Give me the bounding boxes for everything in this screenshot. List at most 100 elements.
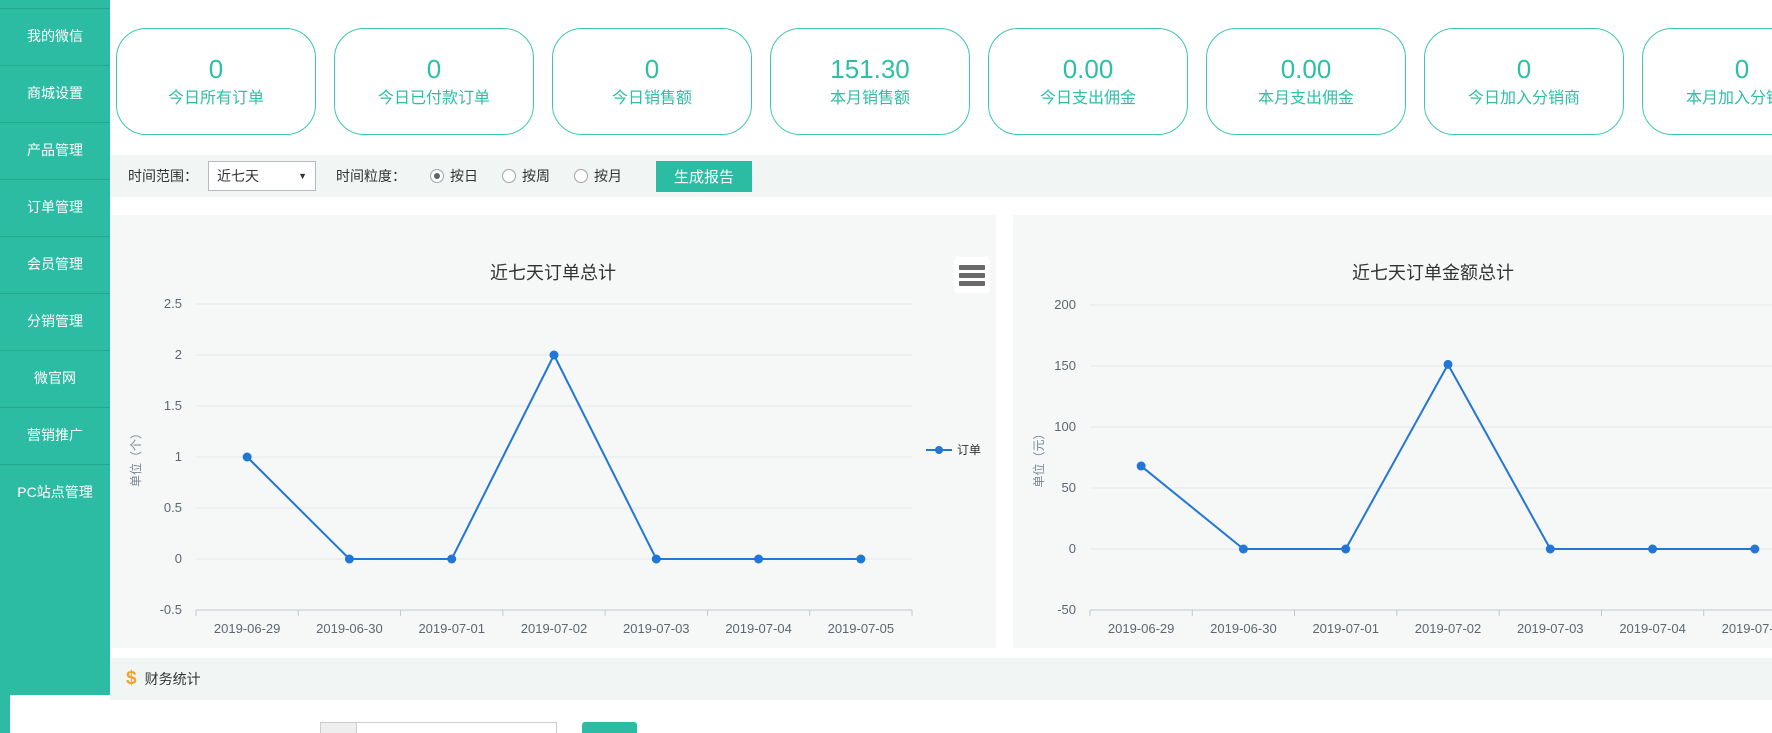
granularity-radio-group: 按日 按周 按月 [406, 166, 622, 186]
time-range-value: 近七天 [217, 166, 259, 186]
svg-text:2019-07-02: 2019-07-02 [1415, 621, 1482, 636]
sidebar-item[interactable]: PC站点管理 [0, 464, 110, 521]
sidebar-item[interactable]: 分销管理 [0, 293, 110, 350]
x-axis: 2019-06-292019-06-302019-07-012019-07-02… [1090, 610, 1772, 636]
data-point [447, 555, 456, 564]
y-axis-name: 单位（个） [128, 427, 143, 487]
stat-card: 0 今日销售额 [552, 28, 752, 135]
finance-input[interactable] [356, 722, 557, 733]
stat-card-value: 0 [427, 56, 441, 82]
svg-text:-50: -50 [1057, 602, 1076, 617]
x-axis: 2019-06-292019-06-302019-07-012019-07-02… [196, 610, 912, 636]
stat-card-label: 本月加入分销商 [1686, 91, 1772, 107]
filter-bar: 时间范围： 近七天 ▼ 时间粒度： 按日 按周 按月 生成报告 [110, 155, 1772, 197]
data-point [1137, 462, 1146, 471]
stat-card: 0今日所有订单 [116, 28, 316, 135]
stat-card-value: 0 [209, 56, 223, 82]
granularity-radio[interactable] [502, 169, 516, 183]
svg-text:1: 1 [175, 449, 182, 464]
stat-card-value: 0.00 [1063, 56, 1114, 82]
stat-card: 151.30 本月销售额 [770, 28, 970, 135]
data-point [1546, 545, 1555, 554]
sidebar-item[interactable]: 会员管理 [0, 236, 110, 293]
stat-card: 0本月加入分销商 [1642, 28, 1772, 135]
y-axis-labels: 2.521.510.50-0.5 [160, 296, 182, 617]
stat-card-label: 本月销售额 [830, 91, 910, 107]
stat-card-label: 今日销售额 [612, 91, 692, 107]
svg-text:2: 2 [175, 347, 182, 362]
data-point [345, 555, 354, 564]
stat-cards-row: 0今日所有订单0今日已付款订单0今日销售额151.30本月销售额0.00今日支出… [116, 28, 1772, 135]
granularity-radio[interactable] [574, 169, 588, 183]
stat-card: 0.00 今日支出佣金 [988, 28, 1188, 135]
svg-text:2019-07-02: 2019-07-02 [521, 621, 588, 636]
series-line [1141, 364, 1755, 549]
svg-text:2019-07-03: 2019-07-03 [1517, 621, 1584, 636]
data-point [1239, 545, 1248, 554]
sidebar-item[interactable]: 商城设置 [0, 65, 110, 122]
svg-text:0: 0 [175, 551, 182, 566]
order-amount-chart-panel: 200150100500-502019-06-292019-06-302019-… [1013, 215, 1772, 648]
finance-action-button[interactable] [582, 722, 637, 733]
legend-line-dot-icon [926, 445, 952, 455]
svg-text:2.5: 2.5 [164, 296, 182, 311]
data-point [754, 555, 763, 564]
data-point [550, 351, 559, 360]
chevron-down-icon: ▼ [298, 171, 307, 181]
stat-card-label: 今日支出佣金 [1040, 91, 1136, 107]
svg-text:0: 0 [1069, 541, 1076, 556]
stat-card-label: 今日已付款订单 [378, 91, 490, 107]
order-amount-chart-title: 近七天订单金额总计 [1013, 259, 1772, 285]
orders-chart-title: 近七天订单总计 [110, 259, 996, 285]
granularity-option: 按日 [430, 166, 478, 186]
stat-card-value: 0 [1517, 56, 1531, 82]
granularity-option: 按周 [502, 166, 550, 186]
svg-text:2019-07-05: 2019-07-05 [1722, 621, 1772, 636]
stat-card-label: 今日加入分销商 [1468, 91, 1580, 107]
y-axis-grid [1090, 305, 1772, 610]
sidebar-item[interactable]: 我的微信 [0, 8, 110, 65]
svg-text:100: 100 [1054, 419, 1076, 434]
chart-toolbox-icon[interactable] [954, 257, 990, 293]
granularity-radio-label: 按月 [594, 166, 622, 186]
stat-card-value: 151.30 [830, 56, 910, 82]
svg-text:1.5: 1.5 [164, 398, 182, 413]
granularity-radio-label: 按日 [450, 166, 478, 186]
granularity-radio[interactable] [430, 169, 444, 183]
sidebar-item[interactable]: 订单管理 [0, 179, 110, 236]
stat-card-value: 0 [645, 56, 659, 82]
legend-item-orders[interactable]: 订单 [926, 441, 981, 458]
data-point [1444, 360, 1453, 369]
y-axis-name: 单位（元） [1031, 427, 1046, 487]
svg-text:2019-07-01: 2019-07-01 [1312, 621, 1379, 636]
svg-text:200: 200 [1054, 297, 1076, 312]
legend-label: 订单 [957, 441, 981, 458]
granularity-label: 时间粒度： [336, 166, 406, 186]
generate-report-button[interactable]: 生成报告 [656, 161, 752, 192]
sidebar-item[interactable]: 产品管理 [0, 122, 110, 179]
data-point [856, 555, 865, 564]
finance-section-title: 财务统计 [145, 669, 201, 689]
input-addon [320, 722, 357, 733]
data-point [652, 555, 661, 564]
stat-card-label: 本月支出佣金 [1258, 91, 1354, 107]
time-range-select[interactable]: 近七天 ▼ [208, 161, 316, 191]
stat-card: 0 今日已付款订单 [334, 28, 534, 135]
svg-text:2019-07-05: 2019-07-05 [828, 621, 895, 636]
svg-text:50: 50 [1062, 480, 1076, 495]
svg-text:2019-07-04: 2019-07-04 [1619, 621, 1686, 636]
data-point [1341, 545, 1350, 554]
dollar-icon: $ [126, 668, 137, 690]
orders-chart-panel: 2.521.510.50-0.52019-06-292019-06-302019… [110, 215, 996, 648]
stat-card: 0 今日加入分销商 [1424, 28, 1624, 135]
time-range-label: 时间范围： [128, 166, 198, 186]
sidebar-item[interactable]: 营销推广 [0, 407, 110, 464]
sidebar-item[interactable]: 微官网 [0, 350, 110, 407]
stat-card-value: 0.00 [1281, 56, 1332, 82]
dashboard-page: 我的微信商城设置产品管理订单管理会员管理分销管理微官网营销推广PC站点管理 0今… [0, 0, 1772, 733]
svg-text:2019-06-29: 2019-06-29 [1108, 621, 1175, 636]
stat-card: 0.00 本月支出佣金 [1206, 28, 1406, 135]
svg-text:150: 150 [1054, 358, 1076, 373]
svg-text:0.5: 0.5 [164, 500, 182, 515]
granularity-option: 按月 [574, 166, 622, 186]
